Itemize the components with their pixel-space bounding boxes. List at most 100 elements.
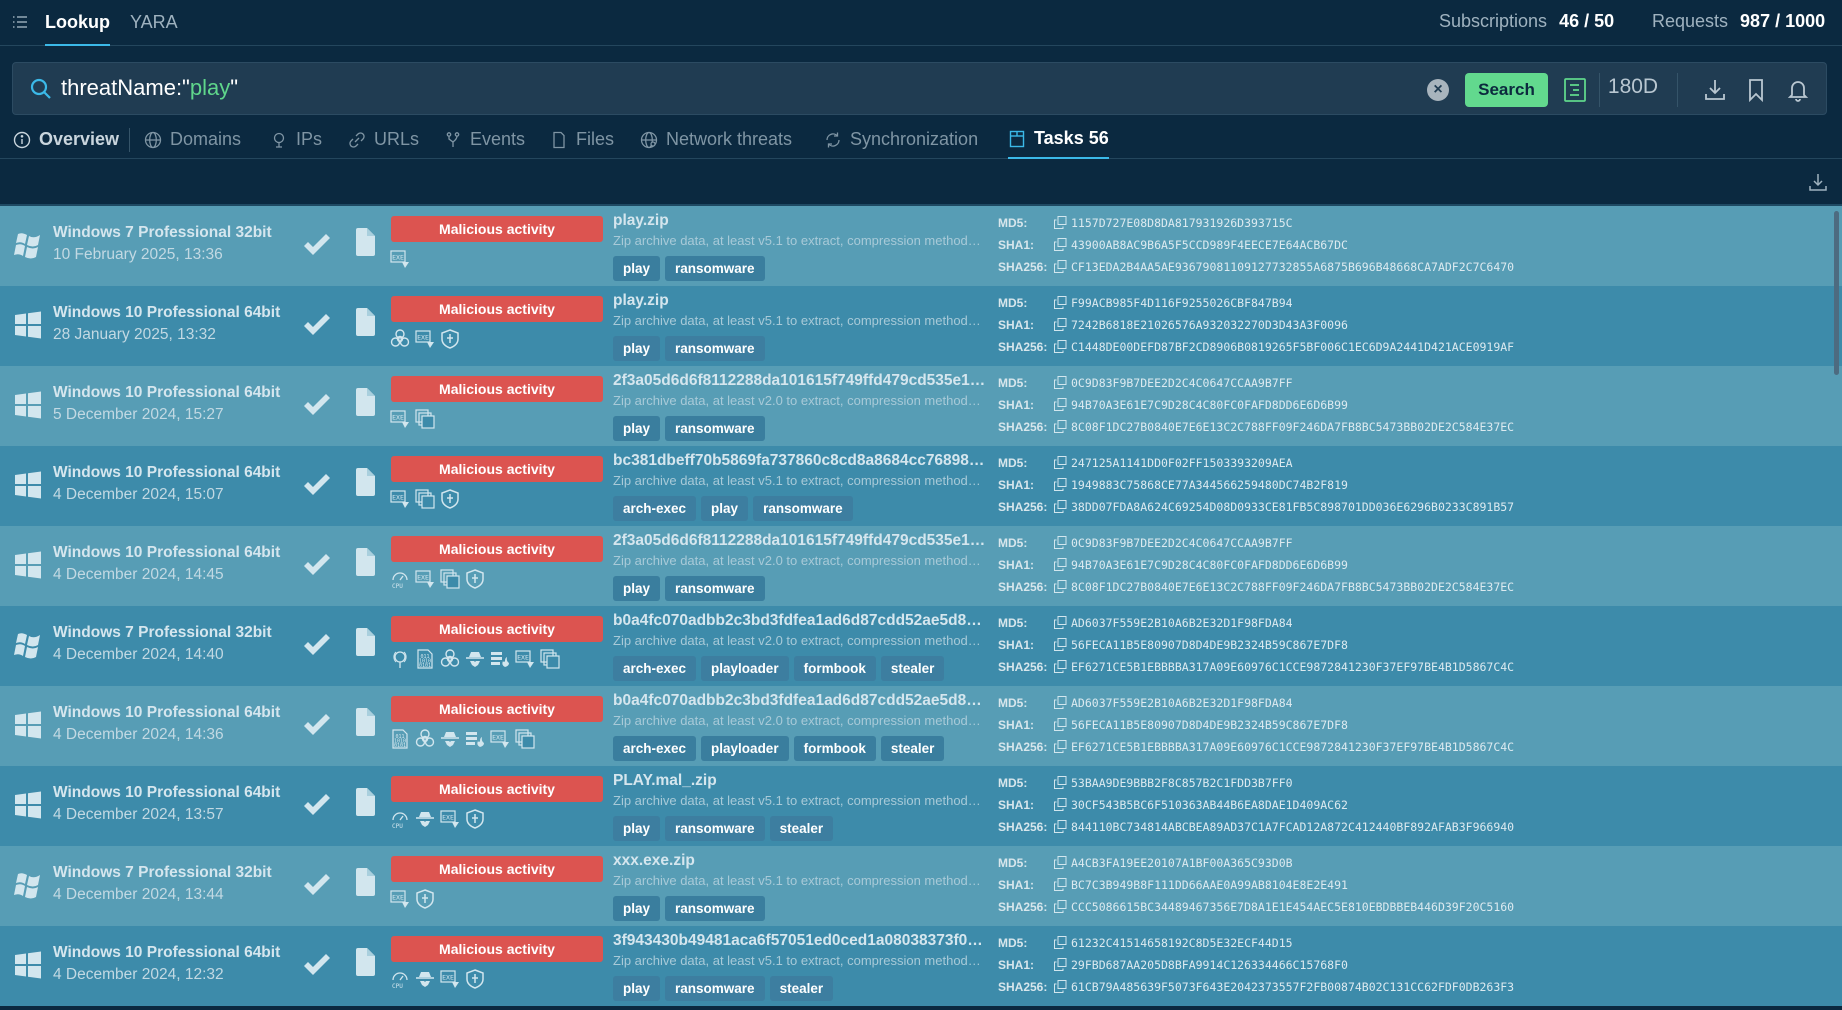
scrollbar[interactable] [1834,211,1839,375]
sha256-value[interactable]: CF13EDA2B4AA5AE93679081109127732855A6875… [1071,260,1514,274]
copy-icon[interactable] [1054,420,1067,433]
copy-icon[interactable] [1054,856,1067,869]
copy-icon[interactable] [1054,900,1067,913]
tag-chip[interactable]: formbook [793,736,876,761]
sha1-value[interactable]: BC7C3B949B8F111DD66AAE0A99AB8104E8E2E491 [1071,878,1348,892]
task-row[interactable]: Windows 10 Professional 64bit 4 December… [0,446,1842,526]
tag-chip[interactable]: arch-exec [613,496,697,521]
copy-icon[interactable] [1054,936,1067,949]
tag-chip[interactable]: stealer [880,656,945,681]
md5-value[interactable]: 247125A1141DD0F02FF1503393209AEA [1071,456,1293,470]
tag-chip[interactable]: play [613,816,661,841]
copy-icon[interactable] [1054,718,1067,731]
copy-icon[interactable] [1054,980,1067,993]
copy-icon[interactable] [1054,536,1067,549]
top-tab-yara[interactable]: YARA [130,0,178,46]
tag-chip[interactable]: play [613,336,661,361]
file-name[interactable]: play.zip [613,212,988,230]
md5-value[interactable]: 53BAA9DE9BBB2F8C857B2C1FDD3B7FF0 [1071,776,1293,790]
tab-overview[interactable]: Overview [13,120,119,159]
task-row[interactable]: Windows 10 Professional 64bit 4 December… [0,526,1842,606]
copy-icon[interactable] [1054,318,1067,331]
tab-domains[interactable]: Domains [144,120,241,159]
tag-chip[interactable]: stealer [769,816,834,841]
copy-icon[interactable] [1054,798,1067,811]
tag-chip[interactable]: ransomware [665,416,765,441]
sha1-value[interactable]: 43900AB8AC9B6A5F5CCD989F4EECE7E64ACB67DC [1071,238,1348,252]
tag-chip[interactable]: ransomware [665,976,765,1001]
md5-value[interactable]: 0C9D83F9B7DEE2D2C4C0647CCAA9B7FF [1071,536,1293,550]
sha256-value[interactable]: 8C08F1DC27B0840E7E6E13C2C788FF09F246DA7F… [1071,580,1514,594]
tag-chip[interactable]: play [701,496,749,521]
sha1-value[interactable]: 94B70A3E61E7C9D28C4C80FC0FAFD8DD6E6D6B99 [1071,398,1348,412]
copy-icon[interactable] [1054,660,1067,673]
copy-icon[interactable] [1054,340,1067,353]
file-name[interactable]: 2f3a05d6d6f8112288da101615f749ffd479cd53… [613,532,988,550]
task-row[interactable]: Windows 7 Professional 32bit 10 February… [0,206,1842,286]
sha1-value[interactable]: 56FECA11B5E80907D8D4DE9B2324B59C867E7DF8 [1071,718,1348,732]
copy-icon[interactable] [1054,260,1067,273]
copy-icon[interactable] [1054,296,1067,309]
copy-icon[interactable] [1054,558,1067,571]
tag-chip[interactable]: formbook [793,656,876,681]
top-tab-lookup[interactable]: Lookup [45,0,110,46]
tag-chip[interactable]: ransomware [753,496,853,521]
sha256-value[interactable]: 38DD07FDA8A624C69254D08D0933CE81FB5C8987… [1071,500,1514,514]
tag-chip[interactable]: ransomware [665,896,765,921]
file-name[interactable]: xxx.exe.zip [613,852,988,870]
file-name[interactable]: PLAY.mal_.zip [613,772,988,790]
sha1-value[interactable]: 1949883C75868CE77A344566259480DC74B2F819 [1071,478,1348,492]
copy-icon[interactable] [1054,696,1067,709]
tag-chip[interactable]: stealer [769,976,834,1001]
tag-chip[interactable]: playloader [701,736,789,761]
copy-icon[interactable] [1054,740,1067,753]
task-row[interactable]: Windows 7 Professional 32bit 4 December … [0,606,1842,686]
copy-icon[interactable] [1054,456,1067,469]
tab-synchronization[interactable]: Synchronization [824,120,978,159]
sha1-value[interactable]: 29FBD687AA205D8BFA9914C126334466C15768F0 [1071,958,1348,972]
copy-icon[interactable] [1054,238,1067,251]
task-row[interactable]: Windows 7 Professional 32bit 4 December … [0,846,1842,926]
copy-icon[interactable] [1054,638,1067,651]
query-syntax-icon[interactable] [1563,77,1587,103]
clear-search-button[interactable]: × [1427,79,1449,101]
md5-value[interactable]: 61232C41514658192C8D5E32ECF44D15 [1071,936,1293,950]
tag-chip[interactable]: stealer [880,736,945,761]
export-download-icon[interactable] [1808,172,1828,192]
tag-chip[interactable]: playloader [701,656,789,681]
tab-urls[interactable]: URLs [348,120,419,159]
md5-value[interactable]: A4CB3FA19EE20107A1BF00A365C93D0B [1071,856,1293,870]
file-name[interactable]: b0a4fc070adbb2c3bd3fdfea1ad6d87cdd52ae5d… [613,612,988,630]
copy-icon[interactable] [1054,616,1067,629]
task-row[interactable]: Windows 10 Professional 64bit 28 January… [0,286,1842,366]
tab-files[interactable]: Files [550,120,614,159]
search-input[interactable]: threatName:"play" [61,75,238,101]
file-name[interactable]: bc381dbeff70b5869fa737860c8cd8a8684cc768… [613,452,988,470]
tag-chip[interactable]: arch-exec [613,656,697,681]
tag-chip[interactable]: play [613,576,661,601]
file-name[interactable]: play.zip [613,292,988,310]
tab-tasks[interactable]: Tasks 56 [1008,120,1109,159]
md5-value[interactable]: 1157D727E08D8DA817931926D393715C [1071,216,1293,230]
search-button[interactable]: Search [1465,73,1548,107]
md5-value[interactable]: AD6037F559E2B10A6B2E32D1F98FDA84 [1071,696,1293,710]
tag-chip[interactable]: play [613,976,661,1001]
sha1-value[interactable]: 30CF543B5BC6F510363AB44B6EA8DAE1D409AC62 [1071,798,1348,812]
tag-chip[interactable]: ransomware [665,816,765,841]
file-name[interactable]: 3f943430b49481aca6f57051ed0ced1a08038373… [613,932,988,950]
sha256-value[interactable]: CCC5086615BC34489467356E7D8A1E1E454AEC5E… [1071,900,1514,914]
md5-value[interactable]: F99ACB985F4D116F9255026CBF847B94 [1071,296,1293,310]
task-row[interactable]: Windows 10 Professional 64bit 5 December… [0,366,1842,446]
copy-icon[interactable] [1054,398,1067,411]
copy-icon[interactable] [1054,216,1067,229]
sha1-value[interactable]: 56FECA11B5E80907D8D4DE9B2324B59C867E7DF8 [1071,638,1348,652]
list-menu-icon[interactable] [12,14,28,30]
tag-chip[interactable]: play [613,256,661,281]
md5-value[interactable]: 0C9D83F9B7DEE2D2C4C0647CCAA9B7FF [1071,376,1293,390]
bell-icon[interactable] [1786,77,1810,103]
copy-icon[interactable] [1054,376,1067,389]
file-name[interactable]: 2f3a05d6d6f8112288da101615f749ffd479cd53… [613,372,988,390]
task-row[interactable]: Windows 10 Professional 64bit 4 December… [0,926,1842,1006]
file-name[interactable]: b0a4fc070adbb2c3bd3fdfea1ad6d87cdd52ae5d… [613,692,988,710]
task-row[interactable]: Windows 10 Professional 64bit 4 December… [0,686,1842,766]
